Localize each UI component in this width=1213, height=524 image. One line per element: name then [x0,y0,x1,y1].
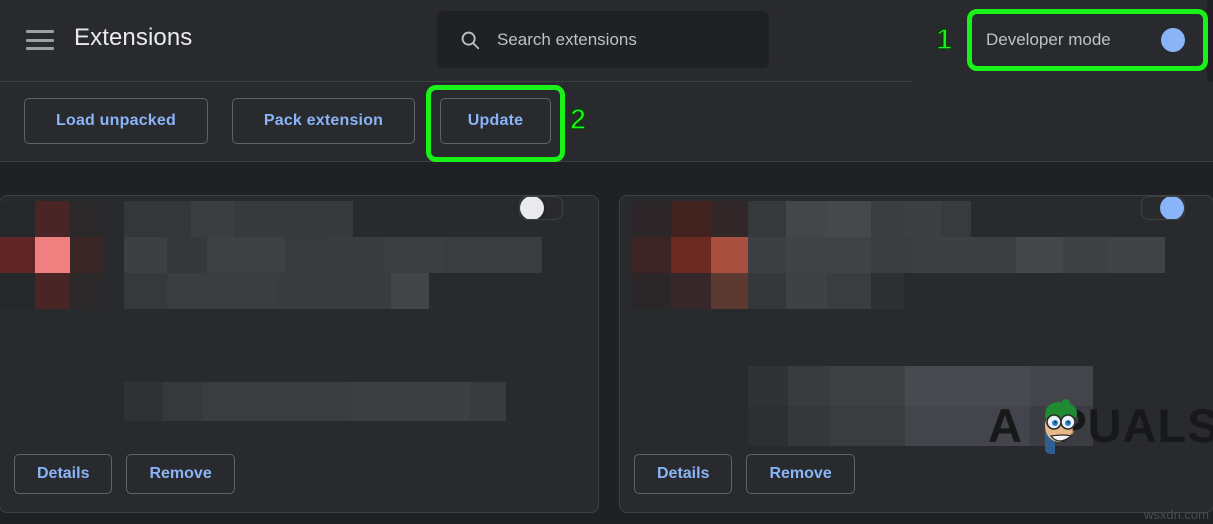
update-button[interactable]: Update [440,98,551,144]
extension-enabled-toggle[interactable] [1141,196,1185,220]
hamburger-bar [26,30,54,33]
extension-card-actions: Details Remove [634,454,855,494]
toggle-knob [1160,197,1184,219]
extensions-page: Extensions Developer mode Load unpacked … [0,0,1213,524]
page-header: Extensions Developer mode [0,0,1213,82]
toggle-knob [1161,28,1185,52]
developer-mode-control: Developer mode [972,14,1203,66]
search-box[interactable] [437,11,769,68]
developer-mode-toggle[interactable] [1139,28,1185,52]
extension-card[interactable]: Details Remove [619,195,1213,513]
search-input[interactable] [497,27,747,52]
page-scrollbar[interactable] [1207,0,1213,82]
load-unpacked-button[interactable]: Load unpacked [24,98,208,144]
extension-card[interactable]: Details Remove [0,195,599,513]
page-title: Extensions [74,24,193,51]
hamburger-menu-icon[interactable] [25,28,55,52]
extension-enabled-toggle[interactable] [519,196,563,220]
details-button[interactable]: Details [14,454,113,494]
extension-card-grid: Details Remove Details Remove [0,195,1213,524]
search-icon [461,31,480,49]
developer-mode-label: Developer mode [986,30,1111,49]
toolbar-divider [0,161,1213,162]
pack-extension-button[interactable]: Pack extension [232,98,415,144]
extension-card-actions: Details Remove [14,454,235,494]
remove-button[interactable]: Remove [126,454,235,494]
hamburger-bar [26,47,54,50]
remove-button[interactable]: Remove [746,454,855,494]
details-button[interactable]: Details [634,454,733,494]
toggle-knob [520,197,544,219]
hamburger-bar [26,38,54,42]
